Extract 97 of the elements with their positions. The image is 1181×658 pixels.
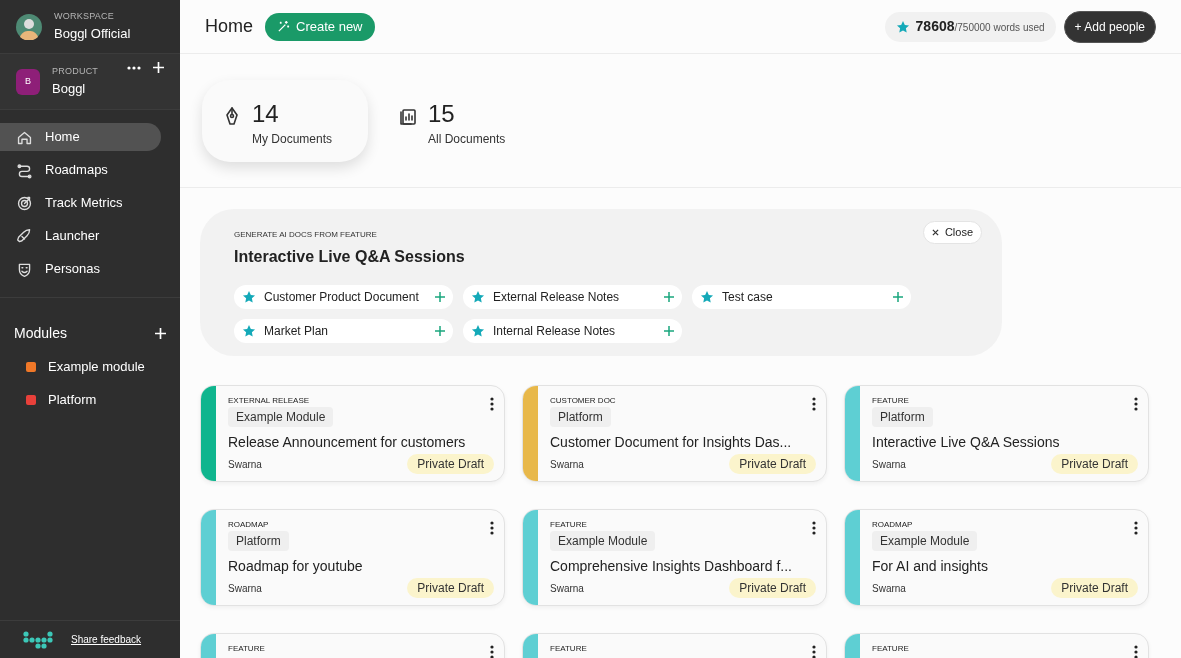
more-icon[interactable] [490,397,494,411]
page-title: Home [205,15,253,38]
star-icon [471,324,485,338]
template-chip[interactable]: Market Plan [234,319,453,343]
module-item[interactable]: Platform [0,383,180,416]
nav-item[interactable]: Home [0,123,161,151]
more-icon[interactable] [127,66,141,70]
panel-eyebrow: GENERATE AI DOCS FROM FEATURE [234,229,377,241]
close-button[interactable]: Close [922,221,982,244]
rocket-icon [16,227,33,245]
module-tag: Example Module [228,407,334,427]
author-name: Swarna [228,581,262,596]
more-icon[interactable] [490,645,494,658]
workspace-label: WORKSPACE [54,10,115,23]
template-chip[interactable]: External Release Notes [463,285,682,309]
status-badge: Private Draft [407,454,494,474]
document-title: Release Announcement for customers [228,433,467,452]
stat-label: All Documents [428,130,506,148]
document-type: FEATURE [872,395,909,407]
document-type: FEATURE [228,643,265,655]
document-title: Customer Document for Insights Das... [550,433,793,452]
star-icon [700,290,714,304]
document-title: For AI and insights [872,557,989,576]
module-tag: Platform [228,531,289,551]
status-badge: Private Draft [729,454,816,474]
author-name: Swarna [550,581,584,596]
nav-item[interactable]: Personas [0,255,161,283]
stat-value: 15 [428,99,456,128]
nav-item[interactable]: Track Metrics [0,189,161,217]
document-card[interactable]: EXTERNAL RELEASE Example Module Release Announcement for customers Swarna Private Draft [200,385,505,482]
document-card[interactable]: CUSTOMER DOC Platform Customer Document for Insights Das... Swarna Private Draft [522,385,827,482]
document-title: Interactive Live Q&A Sessions [872,433,1061,452]
more-icon[interactable] [490,521,494,535]
route-icon [16,161,33,179]
nav-item[interactable]: Launcher [0,222,161,250]
avatar[interactable] [16,13,42,40]
product-avatar[interactable]: B [16,68,40,95]
stat-label: My Documents [252,130,333,148]
document-type: FEATURE [550,643,587,655]
stat-card[interactable]: 14 My Documents [202,79,368,162]
more-icon[interactable] [812,645,816,658]
workspace-name[interactable]: Boggl Official [54,23,131,43]
document-type: EXTERNAL RELEASE [228,395,310,407]
product-label: PRODUCT [52,65,100,78]
modules-heading: Modules [14,324,67,343]
document-card[interactable]: ROADMAP Example Module For AI and insights Swarna Private Draft [844,509,1149,606]
document-type: ROADMAP [872,519,913,531]
document-card[interactable]: FEATURE [844,633,1149,658]
stat-value: 14 [252,99,280,128]
more-icon[interactable] [812,397,816,411]
create-new-button[interactable]: Create new [265,12,375,41]
module-tag: Example Module [550,531,656,551]
star-icon [242,324,256,338]
module-tag: Example Module [872,531,978,551]
status-badge: Private Draft [729,578,816,598]
document-title: Comprehensive Insights Dashboard f... [550,557,793,576]
share-feedback-link[interactable]: Share feedback [71,632,142,647]
document-card[interactable]: FEATURE [200,633,505,658]
module-tag: Platform [872,407,933,427]
star-icon [895,19,910,34]
template-chip[interactable]: Test case [692,285,911,309]
add-people-button[interactable]: + Add people [1063,10,1156,43]
close-icon [931,229,939,236]
more-icon[interactable] [1134,521,1138,535]
status-badge: Private Draft [407,578,494,598]
words-used: 78608 [915,17,955,36]
author-name: Swarna [872,457,906,472]
star-icon [242,290,256,304]
more-icon[interactable] [1134,397,1138,411]
magic-wand-icon [277,20,290,33]
document-type: FEATURE [872,643,909,655]
panel-title: Interactive Live Q&A Sessions [234,247,465,267]
document-card[interactable]: FEATURE [522,633,827,658]
document-card[interactable]: ROADMAP Platform Roadmap for youtube Swarna Private Draft [200,509,505,606]
template-chip[interactable]: Internal Release Notes [463,319,682,343]
author-name: Swarna [872,581,906,596]
document-type: ROADMAP [228,519,269,531]
status-badge: Private Draft [1051,578,1138,598]
document-title: Roadmap for youtube [228,557,364,576]
star-icon [471,290,485,304]
template-chip[interactable]: Customer Product Document [234,285,453,309]
document-type: FEATURE [550,519,587,531]
nav-item[interactable]: Roadmaps [0,156,161,184]
stat-card[interactable]: 15 All Documents [378,79,544,162]
module-item[interactable]: Example module [0,350,180,383]
document-type: CUSTOMER DOC [550,395,616,407]
document-card[interactable]: FEATURE Platform Interactive Live Q&A Sessions Swarna Private Draft [844,385,1149,482]
words-total: /750000 words used [954,22,1045,35]
module-tag: Platform [550,407,611,427]
status-badge: Private Draft [1051,454,1138,474]
author-name: Swarna [228,457,262,472]
author-name: Swarna [550,457,584,472]
product-name[interactable]: Boggl [52,78,115,98]
more-icon[interactable] [1134,645,1138,658]
more-icon[interactable] [812,521,816,535]
target-icon [16,194,33,212]
document-card[interactable]: FEATURE Example Module Comprehensive Insights Dashboard f... Swarna Private Draft [522,509,827,606]
